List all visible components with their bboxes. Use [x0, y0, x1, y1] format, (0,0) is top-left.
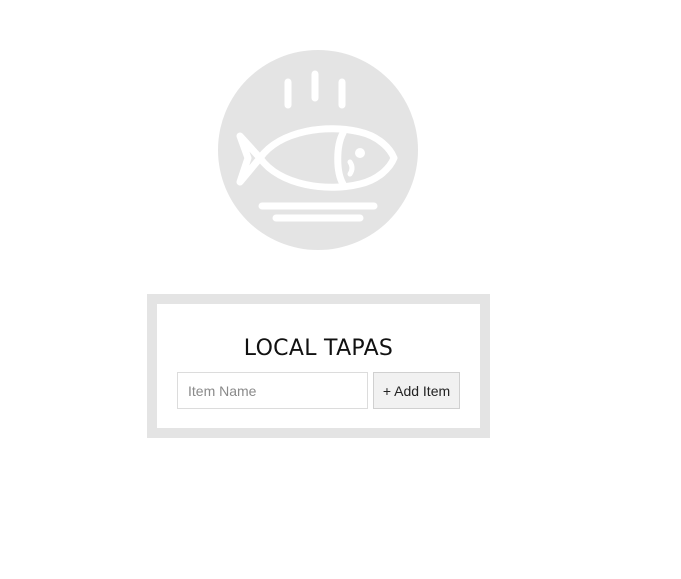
add-item-button[interactable]: + Add Item	[373, 372, 460, 409]
page: LOCAL TAPAS + Add Item	[0, 0, 681, 579]
item-name-input[interactable]	[177, 372, 368, 409]
tapas-card: LOCAL TAPAS + Add Item	[157, 304, 480, 428]
page-title: LOCAL TAPAS	[243, 336, 394, 361]
tapas-card-frame: LOCAL TAPAS + Add Item	[147, 294, 490, 438]
fish-logo-icon	[218, 50, 418, 250]
